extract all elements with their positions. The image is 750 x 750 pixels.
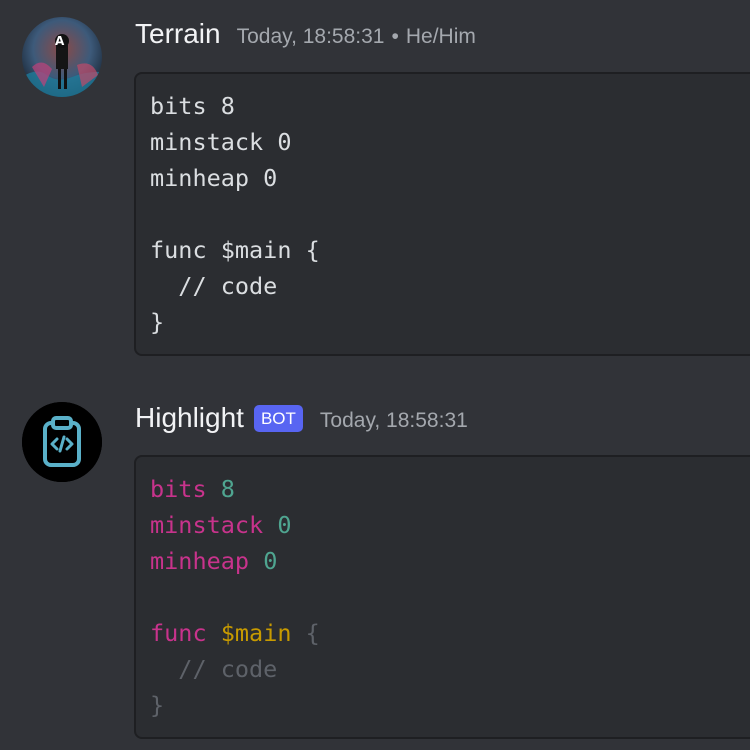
code-line: // code	[150, 272, 278, 300]
code-number: 0	[277, 511, 292, 539]
message-header: Terrain Today, 18:58:31 • He/Him	[135, 18, 476, 50]
message-terrain: A Terrain Today, 18:58:31 • He/Him bits …	[0, 0, 750, 380]
code-brace: }	[150, 691, 165, 719]
separator-dot: •	[391, 25, 399, 48]
pronouns: He/Him	[405, 25, 476, 48]
code-brace: {	[305, 619, 320, 647]
code-line: bits 8	[150, 92, 235, 120]
code-line: func $main {	[150, 236, 320, 264]
code-line: bits 8	[150, 471, 750, 507]
code-line: minstack 0	[150, 128, 292, 156]
code-keyword: minheap	[150, 547, 250, 575]
username[interactable]: Terrain	[135, 18, 221, 50]
code-keyword: func	[150, 619, 207, 647]
username[interactable]: Highlight	[135, 402, 244, 434]
code-line: }	[150, 687, 750, 723]
code-number: 8	[220, 475, 235, 503]
svg-text:A: A	[55, 34, 65, 48]
code-line: minstack 0	[150, 507, 750, 543]
code-function-name: $main	[220, 619, 292, 647]
timestamp: Today, 18:58:31	[236, 25, 385, 48]
timestamp: Today, 18:58:31	[319, 409, 468, 432]
code-block: bits 8 minstack 0 minheap 0 func $main {…	[134, 72, 750, 356]
code-line: minheap 0	[150, 543, 750, 579]
avatar-highlight[interactable]	[22, 402, 102, 482]
code-block-highlighted: bits 8 minstack 0 minheap 0 func $main {…	[134, 455, 750, 739]
message-highlight: Highlight BOT Today, 18:58:31 bits 8 min…	[0, 385, 750, 750]
avatar-terrain[interactable]: A	[22, 17, 102, 97]
bot-tag: BOT	[253, 405, 303, 432]
code-line: minheap 0	[150, 164, 278, 192]
code-line: // code	[150, 651, 750, 687]
code-keyword: minstack	[150, 511, 264, 539]
code-line: func $main {	[150, 615, 750, 651]
code-comment: // code	[178, 655, 278, 683]
code-keyword: bits	[150, 475, 207, 503]
clipboard-code-icon	[22, 402, 102, 482]
code-line: }	[150, 308, 165, 336]
message-header: Highlight BOT Today, 18:58:31	[135, 402, 468, 435]
user-avatar: A	[22, 17, 102, 97]
code-number: 0	[263, 547, 278, 575]
